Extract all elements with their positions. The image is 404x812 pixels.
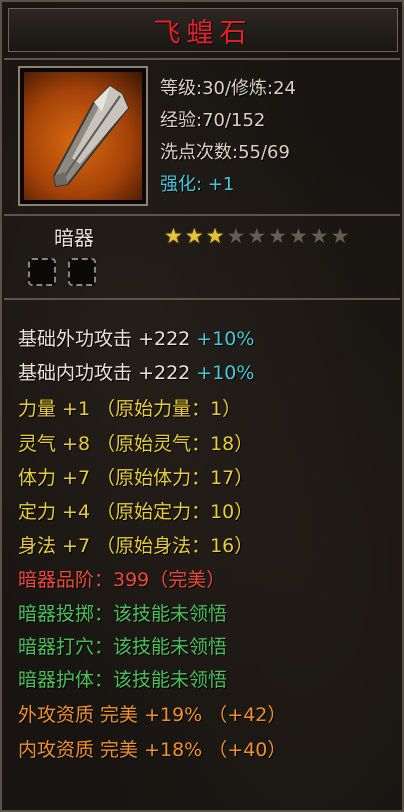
inner-attack-line: 基础内功攻击 +222 +10% xyxy=(18,362,255,384)
divider xyxy=(4,58,400,60)
spirit-line: 灵气 +8 （原始灵气：18） xyxy=(18,433,254,455)
skill-point-line: 暗器打穴：该技能未领悟 xyxy=(18,636,228,658)
divider xyxy=(4,214,400,216)
outer-attack-line: 基础外功攻击 +222 +10% xyxy=(18,328,255,350)
star-empty-icon: ★ xyxy=(288,224,308,248)
star-filled-icon: ★ xyxy=(184,224,204,248)
level-line: 等级:30/修炼:24 xyxy=(160,78,297,99)
skill-guard-line: 暗器护体：该技能未领悟 xyxy=(18,669,228,691)
item-name: 飞蝗石 xyxy=(153,17,253,49)
item-tooltip-panel: 飞蝗石 等级:30/修炼:24 经验:70/152 洗点次数:55/69 强化:… xyxy=(0,0,404,812)
star-empty-icon: ★ xyxy=(226,224,246,248)
exp-line: 经验:70/152 xyxy=(160,110,266,131)
star-filled-icon: ★ xyxy=(205,224,225,248)
star-empty-icon: ★ xyxy=(309,224,329,248)
item-icon-frame xyxy=(18,66,148,206)
star-rating: ★ ★ ★ ★ ★ ★ ★ ★ ★ xyxy=(164,224,349,248)
enhance-line: 强化: +1 xyxy=(160,170,234,196)
grade-line: 暗器品阶：399（完美） xyxy=(18,569,226,591)
focus-line: 定力 +4 （原始定力：10） xyxy=(18,501,254,523)
inner-quality-line: 内攻资质 完美 +18% （+40） xyxy=(18,739,287,761)
reset-count-line: 洗点次数:55/69 xyxy=(160,142,290,163)
title-bar: 飞蝗石 xyxy=(8,8,398,52)
enhance-value: +1 xyxy=(207,174,235,195)
item-type-label: 暗器 xyxy=(54,226,94,250)
star-filled-icon: ★ xyxy=(164,224,183,248)
divider xyxy=(4,298,400,300)
gem-slot-empty[interactable] xyxy=(28,258,56,286)
outer-quality-line: 外攻资质 完美 +19% （+42） xyxy=(18,704,287,726)
star-empty-icon: ★ xyxy=(268,224,287,248)
gem-slot-empty[interactable] xyxy=(68,258,96,286)
strength-line: 力量 +1 （原始力量：1） xyxy=(18,398,242,420)
stamina-line: 体力 +7 （原始体力：17） xyxy=(18,467,254,489)
star-empty-icon: ★ xyxy=(330,224,350,248)
star-empty-icon: ★ xyxy=(247,224,267,248)
skill-throw-line: 暗器投掷：该技能未领悟 xyxy=(18,603,228,625)
enhance-label: 强化: xyxy=(160,174,203,195)
agility-line: 身法 +7 （原始身法：16） xyxy=(18,535,254,557)
flying-stone-dart-icon xyxy=(24,72,142,200)
dart-icon-graphic xyxy=(52,84,130,188)
